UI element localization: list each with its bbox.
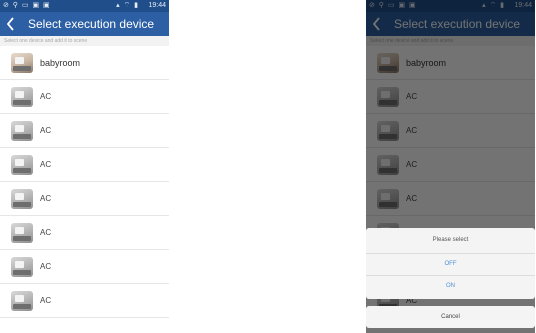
device-photo-icon	[11, 155, 33, 175]
phone-screen-select-dialog: ⊘ ⚲ ▭ ▣ ▣ ▴ ⌔ ▮ 19:44 Select execution d…	[366, 0, 535, 333]
list-item[interactable]: babyroom	[0, 46, 169, 80]
list-item[interactable]: AC	[0, 182, 169, 216]
device-photo-icon	[11, 291, 33, 311]
status-time: 19:44	[148, 2, 166, 9]
device-name: AC	[40, 194, 52, 203]
select-dialog: Please select OFF ON	[366, 228, 535, 299]
device-name: AC	[40, 92, 52, 101]
status-icons: ⊘ ⚲ ▭ ▣ ▣	[3, 2, 51, 9]
chevron-left-icon	[6, 17, 14, 31]
device-name: AC	[40, 296, 52, 305]
device-photo-icon	[11, 121, 33, 141]
cancel-button[interactable]: Cancel	[366, 306, 535, 328]
device-name: AC	[40, 126, 52, 135]
room-photo-icon	[11, 53, 33, 73]
list-item[interactable]: AC	[0, 148, 169, 182]
list-item[interactable]: AC	[0, 250, 169, 284]
page-title: Select execution device	[28, 17, 155, 31]
dialog-title: Please select	[366, 228, 535, 254]
back-button[interactable]	[0, 12, 22, 36]
list-item[interactable]: AC	[0, 284, 169, 318]
device-name: AC	[40, 262, 52, 271]
device-photo-icon	[11, 87, 33, 107]
device-name: AC	[40, 228, 52, 237]
device-photo-icon	[11, 223, 33, 243]
list-item[interactable]: AC	[0, 114, 169, 148]
title-bar: Select execution device	[0, 12, 169, 36]
list-item[interactable]: AC	[0, 216, 169, 250]
device-photo-icon	[11, 257, 33, 277]
device-photo-icon	[11, 189, 33, 209]
device-name: babyroom	[40, 58, 81, 68]
signal-icons: ▴ ⌔ ▮	[116, 2, 139, 9]
device-name: AC	[40, 160, 52, 169]
hint-text: Select one device and add it to scene	[0, 36, 169, 46]
phone-screen-device-list: ⊘ ⚲ ▭ ▣ ▣ ▴ ⌔ ▮ 19:44 Select execution d…	[0, 0, 169, 333]
device-list: babyroom AC AC AC AC AC AC AC	[0, 46, 169, 318]
status-bar: ⊘ ⚲ ▭ ▣ ▣ ▴ ⌔ ▮ 19:44	[0, 0, 169, 12]
option-on[interactable]: ON	[366, 275, 535, 297]
option-off[interactable]: OFF	[366, 253, 535, 276]
list-item[interactable]: AC	[0, 80, 169, 114]
